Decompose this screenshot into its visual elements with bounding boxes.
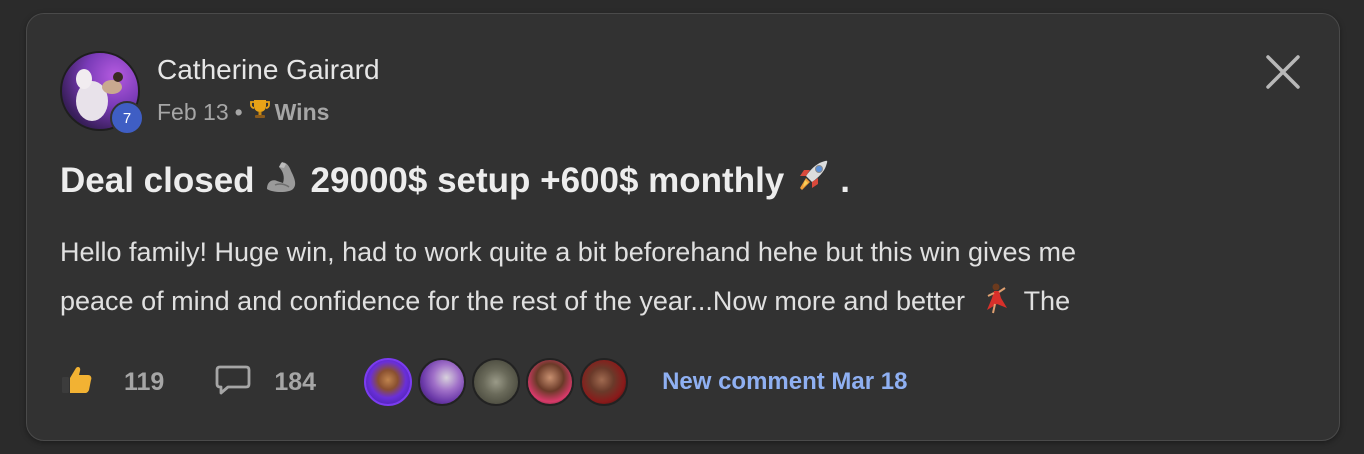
body-line-2: peace of mind and confidence for the res… [60,277,1300,330]
avatar[interactable] [364,358,413,406]
commenter-avatars[interactable] [364,358,634,406]
author-avatar-group[interactable]: 7 [60,51,144,135]
post-card[interactable]: 7 Catherine Gairard Feb 13 • Wins Deal c… [26,13,1340,441]
post-meta: Feb 13 • Wins [157,98,329,126]
dancer-icon [979,281,1011,330]
avatar[interactable] [418,358,467,406]
title-text-1: Deal closed [60,160,255,200]
flexed-biceps-icon [263,157,303,204]
trophy-icon [249,98,271,126]
like-button[interactable]: 119 [60,364,164,401]
avatar[interactable] [526,358,575,406]
comment-button[interactable]: 184 [214,363,316,402]
level-badge: 7 [110,101,144,135]
meta-separator: • [234,98,243,125]
post-date[interactable]: Feb 13 [157,99,229,126]
body-line-2-end: The [1023,286,1071,316]
title-text-2: 29000$ setup +600$ monthly [310,160,785,200]
author-name[interactable]: Catherine Gairard [157,54,380,86]
comment-count: 184 [274,367,317,396]
post-footer: 119 184 New comment Mar 18 [60,358,907,406]
post-title[interactable]: Deal closed 29000$ setup +600$ monthly . [60,156,850,205]
body-line-2-text: peace of mind and confidence for the res… [60,286,966,316]
rocket-icon [792,156,832,205]
post-body[interactable]: Hello family! Huge win, had to work quit… [60,228,1300,330]
post-category[interactable]: Wins [275,99,330,126]
avatar[interactable] [472,358,521,406]
avatar[interactable] [580,358,629,406]
body-line-1: Hello family! Huge win, had to work quit… [60,237,1077,267]
title-text-3: . [840,160,850,200]
new-comment-link[interactable]: New comment Mar 18 [662,368,907,396]
close-icon[interactable] [1263,52,1303,92]
comment-bubble-icon[interactable] [214,363,252,402]
thumbs-up-icon[interactable] [60,364,94,401]
like-count: 119 [124,367,165,396]
